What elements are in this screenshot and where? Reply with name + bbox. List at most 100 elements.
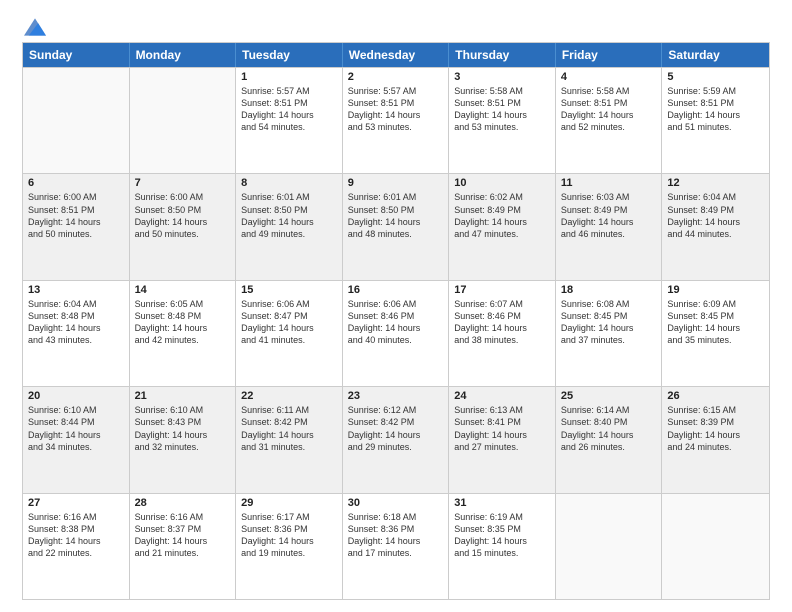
- cell-info-line: Sunset: 8:51 PM: [454, 97, 550, 109]
- calendar-cell: 20Sunrise: 6:10 AMSunset: 8:44 PMDayligh…: [23, 387, 130, 492]
- calendar-cell: 8Sunrise: 6:01 AMSunset: 8:50 PMDaylight…: [236, 174, 343, 279]
- cell-info-line: Daylight: 14 hours: [241, 109, 337, 121]
- calendar-cell: [662, 494, 769, 599]
- cell-info-line: Sunset: 8:45 PM: [561, 310, 657, 322]
- calendar-row: 6Sunrise: 6:00 AMSunset: 8:51 PMDaylight…: [23, 173, 769, 279]
- cell-info-line: Sunset: 8:35 PM: [454, 523, 550, 535]
- day-number: 10: [454, 177, 550, 189]
- cell-info-line: Sunset: 8:36 PM: [241, 523, 337, 535]
- day-number: 31: [454, 497, 550, 509]
- calendar-cell: 13Sunrise: 6:04 AMSunset: 8:48 PMDayligh…: [23, 281, 130, 386]
- cell-info-line: Daylight: 14 hours: [135, 535, 231, 547]
- day-number: 9: [348, 177, 444, 189]
- calendar-cell: 25Sunrise: 6:14 AMSunset: 8:40 PMDayligh…: [556, 387, 663, 492]
- day-number: 1: [241, 71, 337, 83]
- calendar-cell: 7Sunrise: 6:00 AMSunset: 8:50 PMDaylight…: [130, 174, 237, 279]
- header-day: Friday: [556, 43, 663, 67]
- cell-info-line: Sunrise: 6:05 AM: [135, 298, 231, 310]
- calendar-cell: 30Sunrise: 6:18 AMSunset: 8:36 PMDayligh…: [343, 494, 450, 599]
- day-number: 20: [28, 390, 124, 402]
- cell-info-line: and 22 minutes.: [28, 547, 124, 559]
- calendar-cell: 2Sunrise: 5:57 AMSunset: 8:51 PMDaylight…: [343, 68, 450, 173]
- cell-info-line: Daylight: 14 hours: [28, 535, 124, 547]
- cell-info-line: Daylight: 14 hours: [241, 535, 337, 547]
- day-number: 24: [454, 390, 550, 402]
- cell-info-line: Sunrise: 6:10 AM: [135, 404, 231, 416]
- cell-info-line: Sunrise: 6:00 AM: [28, 191, 124, 203]
- cell-info-line: and 41 minutes.: [241, 334, 337, 346]
- calendar-cell: 22Sunrise: 6:11 AMSunset: 8:42 PMDayligh…: [236, 387, 343, 492]
- day-number: 8: [241, 177, 337, 189]
- cell-info-line: Sunset: 8:51 PM: [561, 97, 657, 109]
- cell-info-line: Daylight: 14 hours: [348, 109, 444, 121]
- calendar-cell: 19Sunrise: 6:09 AMSunset: 8:45 PMDayligh…: [662, 281, 769, 386]
- cell-info-line: Sunrise: 6:02 AM: [454, 191, 550, 203]
- calendar-cell: 18Sunrise: 6:08 AMSunset: 8:45 PMDayligh…: [556, 281, 663, 386]
- logo-icon: [24, 18, 46, 36]
- cell-info-line: Sunrise: 5:58 AM: [561, 85, 657, 97]
- cell-info-line: and 31 minutes.: [241, 441, 337, 453]
- header-day: Saturday: [662, 43, 769, 67]
- cell-info-line: and 46 minutes.: [561, 228, 657, 240]
- cell-info-line: Daylight: 14 hours: [348, 429, 444, 441]
- cell-info-line: and 37 minutes.: [561, 334, 657, 346]
- day-number: 18: [561, 284, 657, 296]
- day-number: 21: [135, 390, 231, 402]
- cell-info-line: Sunset: 8:49 PM: [454, 204, 550, 216]
- calendar-cell: 10 Sunrise: 6:02 AMSunset: 8:49 PMDayligh…: [449, 174, 556, 279]
- calendar-cell: 11Sunrise: 6:03 AMSunset: 8:49 PMDayligh…: [556, 174, 663, 279]
- day-number: 22: [241, 390, 337, 402]
- cell-info-line: and 52 minutes.: [561, 121, 657, 133]
- cell-info-line: Sunrise: 6:11 AM: [241, 404, 337, 416]
- day-number: 6: [28, 177, 124, 189]
- calendar-cell: 23Sunrise: 6:12 AMSunset: 8:42 PMDayligh…: [343, 387, 450, 492]
- cell-info-line: and 40 minutes.: [348, 334, 444, 346]
- logo: [22, 18, 46, 32]
- calendar-cell: 28Sunrise: 6:16 AMSunset: 8:37 PMDayligh…: [130, 494, 237, 599]
- calendar-cell: 26Sunrise: 6:15 AMSunset: 8:39 PMDayligh…: [662, 387, 769, 492]
- cell-info-line: and 27 minutes.: [454, 441, 550, 453]
- cell-info-line: and 47 minutes.: [454, 228, 550, 240]
- cell-info-line: and 50 minutes.: [28, 228, 124, 240]
- calendar-cell: 21Sunrise: 6:10 AMSunset: 8:43 PMDayligh…: [130, 387, 237, 492]
- calendar-cell: 9Sunrise: 6:01 AMSunset: 8:50 PMDaylight…: [343, 174, 450, 279]
- cell-info-line: Daylight: 14 hours: [454, 429, 550, 441]
- cell-info-line: Sunrise: 6:16 AM: [28, 511, 124, 523]
- cell-info-line: Sunset: 8:40 PM: [561, 416, 657, 428]
- cell-info-line: Sunrise: 6:01 AM: [348, 191, 444, 203]
- cell-info-line: Sunset: 8:43 PM: [135, 416, 231, 428]
- day-number: 25: [561, 390, 657, 402]
- cell-info-line: Sunset: 8:38 PM: [28, 523, 124, 535]
- calendar-cell: 6Sunrise: 6:00 AMSunset: 8:51 PMDaylight…: [23, 174, 130, 279]
- cell-info-line: Sunrise: 6:17 AM: [241, 511, 337, 523]
- cell-info-line: Daylight: 14 hours: [667, 429, 764, 441]
- day-number: 16: [348, 284, 444, 296]
- cell-info-line: and 53 minutes.: [348, 121, 444, 133]
- calendar-cell: [556, 494, 663, 599]
- day-number: 15: [241, 284, 337, 296]
- cell-info-line: Daylight: 14 hours: [348, 535, 444, 547]
- cell-info-line: and 50 minutes.: [135, 228, 231, 240]
- cell-info-line: Sunset: 8:44 PM: [28, 416, 124, 428]
- cell-info-line: Sunrise: 5:58 AM: [454, 85, 550, 97]
- day-number: 5: [667, 71, 764, 83]
- cell-info-line: Daylight: 14 hours: [241, 429, 337, 441]
- cell-info-line: Sunrise: 6:14 AM: [561, 404, 657, 416]
- cell-info-line: Sunset: 8:51 PM: [667, 97, 764, 109]
- calendar-cell: 4Sunrise: 5:58 AMSunset: 8:51 PMDaylight…: [556, 68, 663, 173]
- calendar: SundayMondayTuesdayWednesdayThursdayFrid…: [22, 42, 770, 600]
- cell-info-line: Daylight: 14 hours: [454, 216, 550, 228]
- calendar-cell: 17Sunrise: 6:07 AMSunset: 8:46 PMDayligh…: [449, 281, 556, 386]
- calendar-cell: [23, 68, 130, 173]
- cell-info-line: Sunrise: 5:57 AM: [348, 85, 444, 97]
- cell-info-line: Sunrise: 6:07 AM: [454, 298, 550, 310]
- cell-info-line: Daylight: 14 hours: [348, 216, 444, 228]
- cell-info-line: Daylight: 14 hours: [454, 322, 550, 334]
- calendar-cell: 14Sunrise: 6:05 AMSunset: 8:48 PMDayligh…: [130, 281, 237, 386]
- cell-info-line: Daylight: 14 hours: [241, 216, 337, 228]
- header-day: Monday: [130, 43, 237, 67]
- cell-info-line: Sunrise: 6:06 AM: [348, 298, 444, 310]
- cell-info-line: Daylight: 14 hours: [241, 322, 337, 334]
- cell-info-line: Sunrise: 6:09 AM: [667, 298, 764, 310]
- cell-info-line: Sunrise: 6:08 AM: [561, 298, 657, 310]
